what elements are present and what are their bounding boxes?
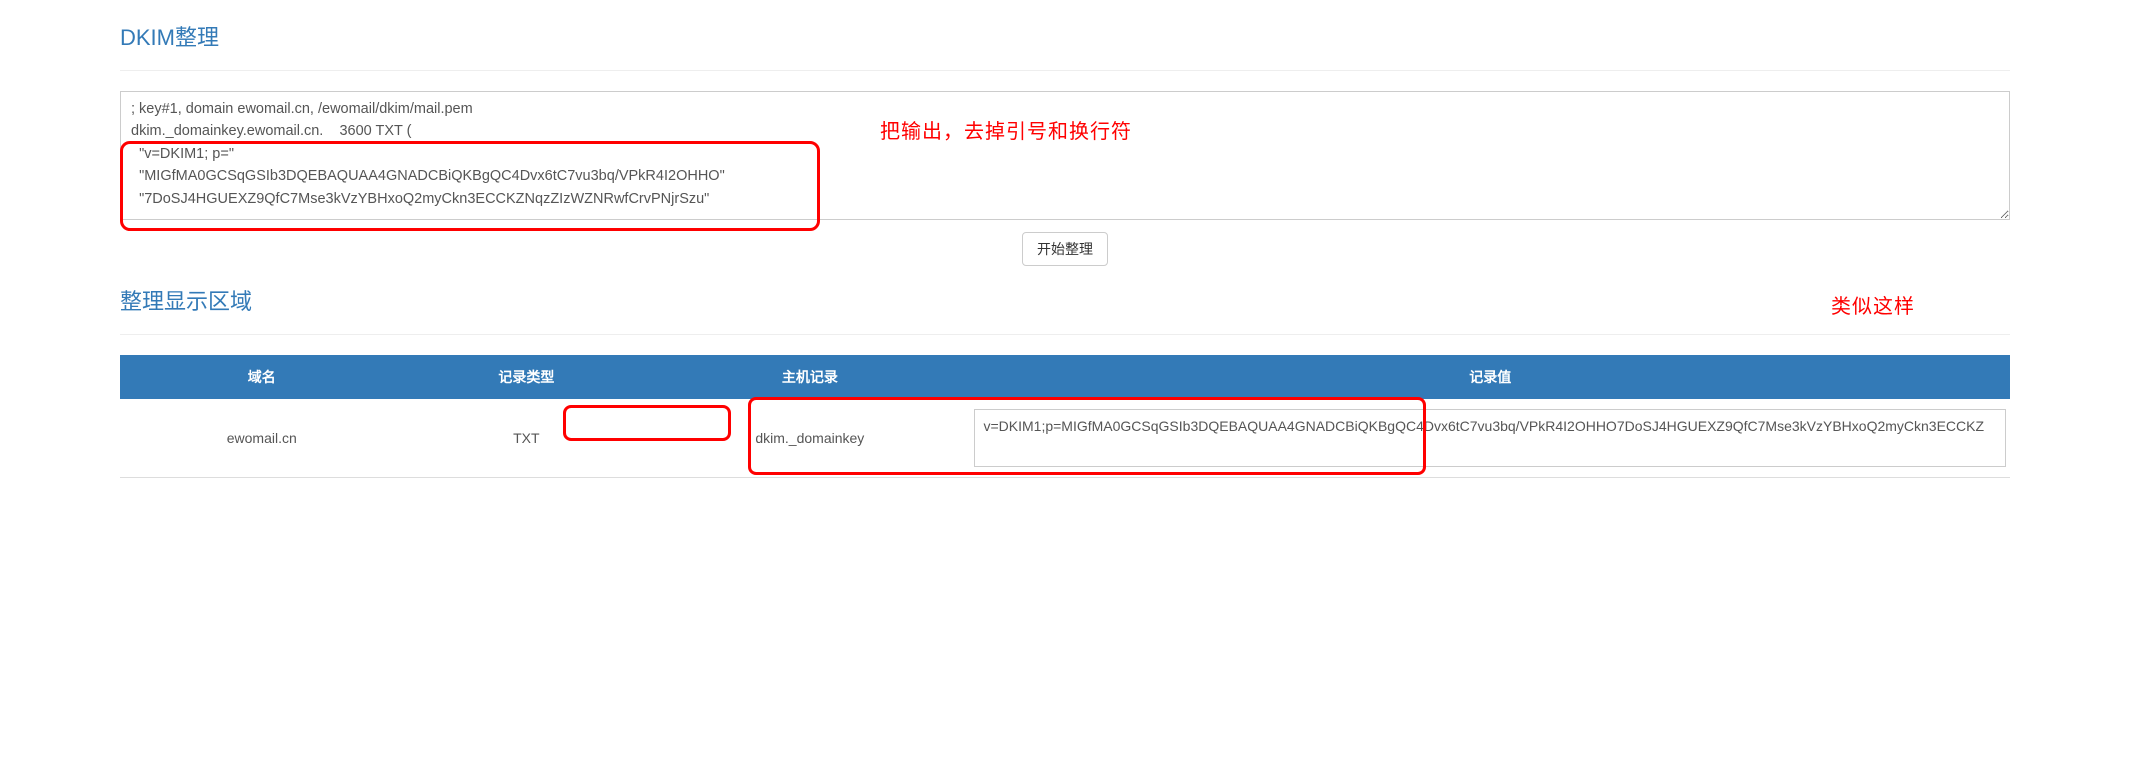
cell-record-type: TXT: [404, 399, 650, 478]
divider: [120, 70, 2010, 71]
cell-domain: ewomail.cn: [120, 399, 404, 478]
th-host: 主机记录: [649, 355, 970, 399]
divider-2: [120, 334, 2010, 335]
th-value: 记录值: [970, 355, 2010, 399]
dns-records-table: 域名 记录类型 主机记录 记录值 ewomail.cn TXT dkim._do…: [120, 355, 2010, 478]
result-section-title: 整理显示区域: [120, 284, 2010, 316]
record-value-textarea[interactable]: v=DKIM1;p=MIGfMA0GCSqGSIb3DQEBAQUAA4GNAD…: [974, 409, 2006, 467]
th-domain: 域名: [120, 355, 404, 399]
table-header-row: 域名 记录类型 主机记录 记录值: [120, 355, 2010, 399]
start-process-button[interactable]: 开始整理: [1022, 232, 1108, 266]
dkim-input-textarea[interactable]: ; key#1, domain ewomail.cn, /ewomail/dki…: [120, 91, 2010, 220]
cell-host: dkim._domainkey: [649, 399, 970, 478]
dkim-section-title: DKIM整理: [120, 20, 2010, 52]
table-row: ewomail.cn TXT dkim._domainkey v=DKIM1;p…: [120, 399, 2010, 478]
th-record-type: 记录类型: [404, 355, 650, 399]
